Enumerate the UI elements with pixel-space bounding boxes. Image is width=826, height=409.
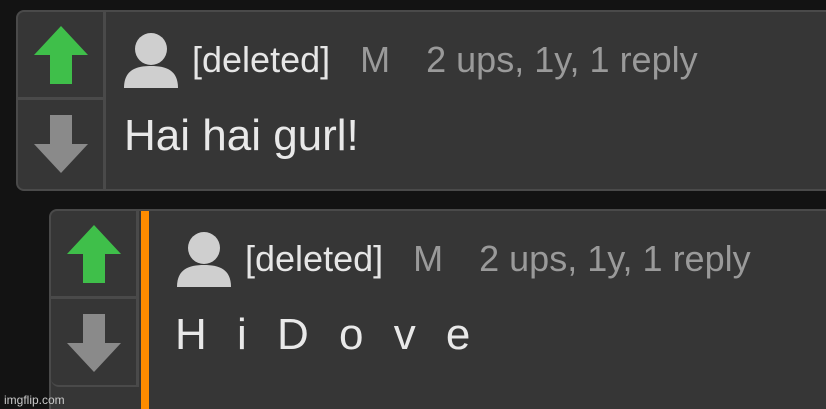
comment-meta: 2 ups, 1y, 1 reply	[479, 238, 751, 279]
thread-indicator-bar	[141, 211, 149, 409]
arrow-down-icon	[33, 115, 88, 173]
comment-header: [deleted] M 2 ups, 1y, 1 reply	[122, 32, 698, 88]
arrow-up-icon	[33, 25, 88, 84]
arrow-up-icon	[66, 224, 121, 283]
mod-tag: M	[413, 238, 444, 279]
mod-tag: M	[360, 39, 391, 80]
upvote-button[interactable]	[18, 12, 103, 100]
comment: [deleted] M 2 ups, 1y, 1 reply Hai hai g…	[16, 10, 826, 191]
arrow-down-icon	[66, 314, 121, 372]
reply-comment: [deleted] M 2 ups, 1y, 1 reply H i D o v…	[49, 209, 826, 409]
user-avatar-icon[interactable]	[175, 231, 233, 287]
comment-text: Hai hai gurl!	[124, 111, 359, 160]
watermark: imgflip.com	[4, 393, 65, 407]
vote-column	[51, 211, 139, 387]
comment-text: H i D o v e	[175, 310, 480, 359]
downvote-button[interactable]	[51, 299, 136, 387]
comment-meta: 2 ups, 1y, 1 reply	[426, 39, 698, 80]
downvote-button[interactable]	[18, 100, 103, 188]
upvote-button[interactable]	[51, 211, 136, 299]
username-link[interactable]: [deleted]	[192, 39, 330, 81]
user-avatar-icon[interactable]	[122, 32, 180, 88]
vote-column	[18, 12, 106, 189]
username-link[interactable]: [deleted]	[245, 238, 383, 280]
comment-header: [deleted] M 2 ups, 1y, 1 reply	[175, 231, 751, 287]
